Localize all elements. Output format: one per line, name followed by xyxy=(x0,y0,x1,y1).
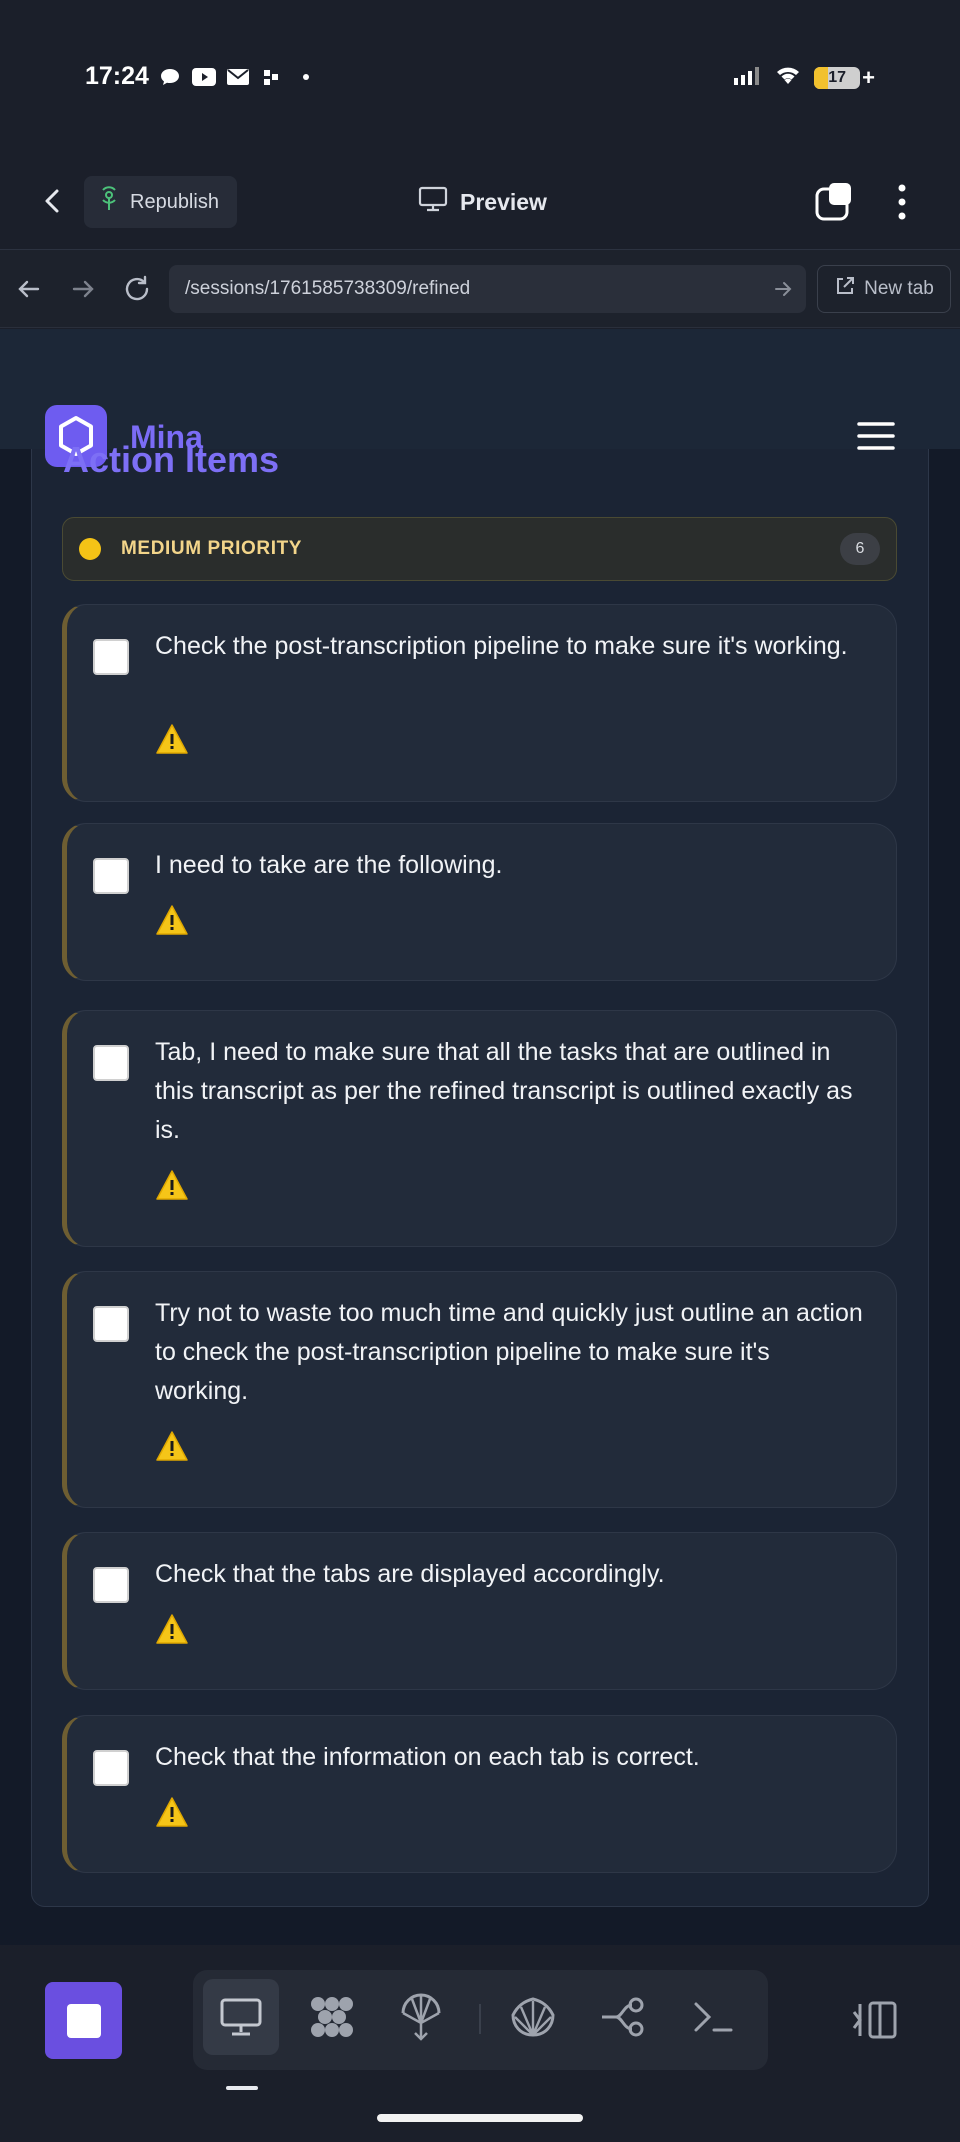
app-header: Republish Preview xyxy=(0,150,960,250)
stop-button[interactable] xyxy=(45,1982,122,2059)
warning-icon xyxy=(155,1613,189,1645)
nav-back-icon[interactable] xyxy=(14,274,44,304)
item-checkbox[interactable] xyxy=(93,858,129,894)
item-text: Check that the information on each tab i… xyxy=(155,1743,700,1771)
item-checkbox[interactable] xyxy=(93,1750,129,1786)
action-item: Check the post-transcription pipeline to… xyxy=(62,604,897,802)
warning-icon xyxy=(155,1796,189,1828)
wifi-icon xyxy=(774,64,802,91)
stop-square-icon xyxy=(66,2003,101,2038)
youtube-icon xyxy=(192,66,216,88)
tool-group xyxy=(193,1970,768,2070)
umbrella-icon[interactable] xyxy=(383,1979,459,2055)
mail-icon xyxy=(226,66,250,88)
priority-dot-icon xyxy=(79,538,101,560)
status-right: 17 + xyxy=(734,64,875,91)
shell-icon[interactable] xyxy=(495,1979,571,2055)
action-item: Check that the tabs are displayed accord… xyxy=(62,1532,897,1690)
priority-header[interactable]: MEDIUM PRIORITY 6 xyxy=(62,517,897,581)
warning-icon xyxy=(155,1169,189,1201)
monitor-icon[interactable] xyxy=(203,1979,279,2055)
item-checkbox[interactable] xyxy=(93,1567,129,1603)
action-item: I need to take are the following. xyxy=(62,823,897,981)
notification-icons xyxy=(158,66,318,88)
chat-bubble-icon xyxy=(158,66,182,88)
monitor-icon xyxy=(418,186,448,218)
item-checkbox[interactable] xyxy=(93,1306,129,1342)
item-checkbox[interactable] xyxy=(93,1045,129,1081)
toolbar-divider xyxy=(479,2004,481,2034)
site-header: Mina xyxy=(0,329,960,467)
preview-label: Preview xyxy=(460,188,547,215)
signal-icon xyxy=(734,65,762,90)
priority-label: MEDIUM PRIORITY xyxy=(121,538,303,559)
browser-url-bar: /sessions/1761585738309/refined New tab xyxy=(0,250,960,328)
new-tab-label: New tab xyxy=(864,278,934,299)
page-content: Action Items MEDIUM PRIORITY 6 Check the… xyxy=(0,329,960,1945)
external-link-icon xyxy=(834,275,856,303)
nav-forward-icon[interactable] xyxy=(68,274,98,304)
action-item: Check that the information on each tab i… xyxy=(62,1715,897,1873)
more-options-icon[interactable] xyxy=(890,182,914,222)
go-arrow-icon[interactable] xyxy=(772,278,794,300)
home-indicator[interactable] xyxy=(377,2114,583,2122)
battery-indicator: 17 xyxy=(814,66,861,89)
item-text: Check that the tabs are displayed accord… xyxy=(155,1560,665,1588)
priority-count-badge: 6 xyxy=(840,533,880,565)
broadcast-icon xyxy=(98,186,120,218)
charging-plus-icon: + xyxy=(862,64,875,90)
branch-icon[interactable] xyxy=(585,1979,661,2055)
small-dot-icon xyxy=(294,66,318,88)
bottom-toolbar xyxy=(0,1945,960,2142)
panel-toggle-icon[interactable] xyxy=(852,2000,898,2040)
hamburger-menu-icon[interactable] xyxy=(857,421,895,451)
reload-icon[interactable] xyxy=(122,274,152,304)
grid-blob-icon[interactable] xyxy=(294,1979,370,2055)
terminal-icon[interactable] xyxy=(675,1979,751,2055)
back-arrow-icon[interactable] xyxy=(38,186,68,216)
section-title: Action Items xyxy=(63,439,280,480)
new-tab-button[interactable]: New tab xyxy=(817,265,951,313)
action-item: Tab, I need to make sure that all the ta… xyxy=(62,1010,897,1247)
item-text: Tab, I need to make sure that all the ta… xyxy=(155,1038,853,1144)
dots-icon xyxy=(260,66,284,88)
warning-icon xyxy=(155,723,189,755)
preview-toggle[interactable]: Preview xyxy=(418,186,547,218)
active-tool-indicator xyxy=(226,2086,258,2090)
republish-label: Republish xyxy=(130,190,219,213)
item-text: I need to take are the following. xyxy=(155,851,503,879)
copy-icon[interactable] xyxy=(814,180,858,224)
action-item: Try not to waste too much time and quick… xyxy=(62,1271,897,1508)
republish-button[interactable]: Republish xyxy=(84,176,237,228)
item-text: Try not to waste too much time and quick… xyxy=(155,1299,863,1405)
warning-icon xyxy=(155,904,189,936)
status-bar: 17:24 17 + xyxy=(0,0,960,150)
item-checkbox[interactable] xyxy=(93,639,129,675)
url-text: /sessions/1761585738309/refined xyxy=(185,278,471,299)
item-text: Check the post-transcription pipeline to… xyxy=(155,632,848,660)
status-time: 17:24 xyxy=(85,62,149,90)
warning-icon xyxy=(155,1430,189,1462)
url-input[interactable]: /sessions/1761585738309/refined xyxy=(169,265,806,313)
